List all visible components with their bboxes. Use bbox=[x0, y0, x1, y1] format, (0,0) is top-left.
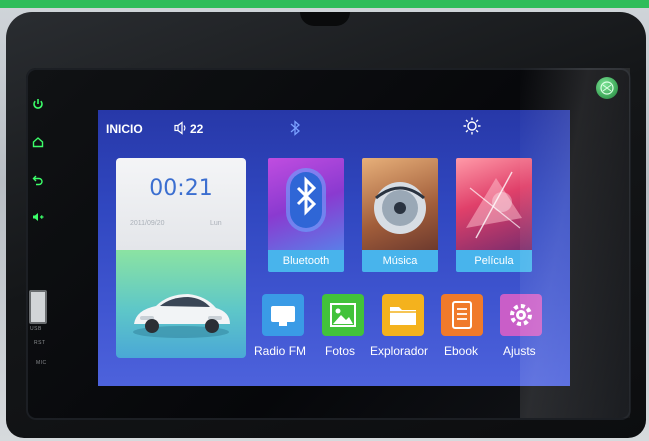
photos-icon[interactable] bbox=[322, 294, 364, 336]
bluetooth-tile-label: Bluetooth bbox=[268, 250, 344, 272]
music-disc-icon bbox=[374, 182, 426, 234]
music-tile[interactable]: Música bbox=[362, 158, 438, 272]
video-tile-label: Película bbox=[456, 250, 532, 272]
film-icon bbox=[466, 171, 522, 239]
back-icon[interactable] bbox=[30, 174, 46, 190]
clock-widget[interactable]: 00:21 2011/09/20 Lun bbox=[116, 158, 246, 358]
radio-label[interactable]: Radio FM bbox=[254, 344, 306, 358]
speaker-icon[interactable] bbox=[174, 121, 188, 135]
photos-label[interactable]: Fotos bbox=[325, 344, 355, 358]
bluetooth-icon bbox=[289, 119, 301, 137]
car-wallpaper bbox=[116, 250, 246, 358]
bluetooth-tile-art bbox=[268, 158, 344, 250]
video-tile[interactable]: Película bbox=[456, 158, 532, 272]
clock-time: 00:21 bbox=[149, 176, 213, 201]
explorer-label[interactable]: Explorador bbox=[370, 344, 428, 358]
music-tile-art bbox=[362, 158, 438, 250]
radio-icon[interactable] bbox=[262, 294, 304, 336]
ebook-label[interactable]: Ebook bbox=[444, 344, 478, 358]
green-knob-icon[interactable] bbox=[596, 77, 618, 99]
clock-panel: 00:21 2011/09/20 Lun bbox=[116, 158, 246, 250]
clock-day: Lun bbox=[210, 220, 222, 227]
home-icon[interactable] bbox=[30, 136, 46, 152]
usb-port bbox=[29, 290, 47, 324]
car-image bbox=[133, 294, 230, 338]
reset-label: RST bbox=[34, 340, 46, 346]
photo-top-bar bbox=[0, 0, 649, 8]
home-label[interactable]: INICIO bbox=[106, 122, 143, 136]
bluetooth-icon bbox=[286, 168, 326, 232]
volume-value: 22 bbox=[190, 122, 204, 136]
clock-date: 2011/09/20 bbox=[130, 220, 165, 227]
settings-icon[interactable] bbox=[500, 294, 542, 336]
settings-label[interactable]: Ajusts bbox=[503, 344, 536, 358]
music-tile-label: Música bbox=[362, 250, 438, 272]
volume-up-icon[interactable] bbox=[30, 211, 46, 227]
housing-notch bbox=[300, 12, 350, 26]
brightness-icon[interactable] bbox=[462, 116, 482, 136]
folder-icon[interactable] bbox=[382, 294, 424, 336]
video-tile-art bbox=[456, 158, 532, 250]
touch-screen: INICIO 22 00:21 2011/09/20 Lun Bluetooth… bbox=[98, 110, 570, 386]
power-icon[interactable] bbox=[30, 98, 46, 114]
mic-label: MIC bbox=[36, 360, 47, 366]
status-bar: INICIO 22 bbox=[98, 110, 570, 146]
bluetooth-tile[interactable]: Bluetooth bbox=[268, 158, 344, 272]
usb-port-label: USB bbox=[30, 326, 42, 332]
ebook-icon[interactable] bbox=[441, 294, 483, 336]
